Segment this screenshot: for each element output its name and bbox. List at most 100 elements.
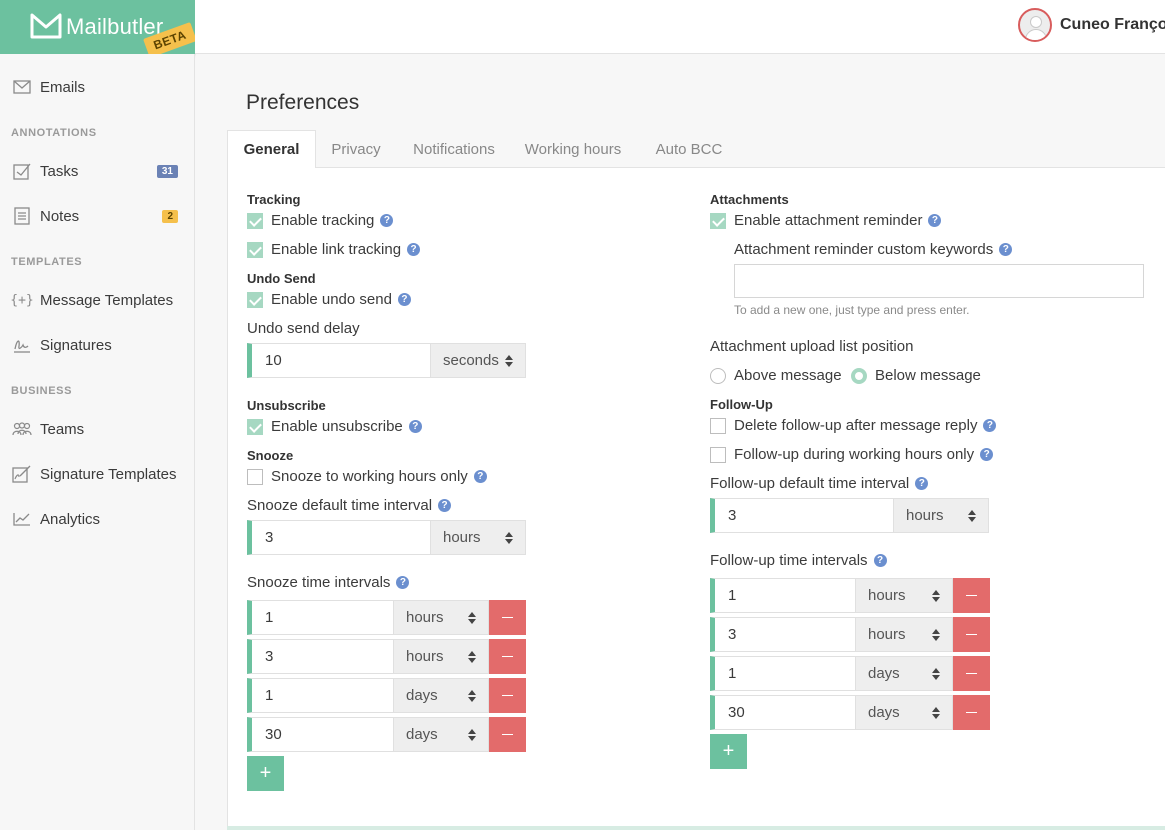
help-icon[interactable]: ? <box>928 214 942 227</box>
sidebar-item-tasks[interactable]: Tasks 31 <box>0 155 195 187</box>
position-below-option[interactable]: Below message <box>851 367 981 384</box>
main-content: Preferences General Privacy Notification… <box>196 54 1165 830</box>
snooze-interval-value-input[interactable]: 1 <box>247 600 394 635</box>
delete-follow-up-option[interactable]: Delete follow-up after message reply ? <box>710 417 997 434</box>
remove-interval-button[interactable] <box>953 617 990 652</box>
sidebar-item-analytics[interactable]: Analytics <box>0 503 195 535</box>
enable-link-tracking-option[interactable]: Enable link tracking ? <box>247 241 421 258</box>
snooze-working-hours-checkbox[interactable] <box>247 468 263 485</box>
attachment-reminder-checkbox[interactable] <box>710 212 726 229</box>
sidebar-item-label: Tasks <box>40 162 79 180</box>
tab-working-hours[interactable]: Working hours <box>519 130 627 168</box>
sidebar-item-notes[interactable]: Notes 2 <box>0 200 195 232</box>
enable-tracking-checkbox[interactable] <box>247 212 263 229</box>
remove-interval-button[interactable] <box>489 639 526 674</box>
remove-interval-button[interactable] <box>489 717 526 752</box>
snooze-interval-unit-select[interactable]: hours <box>394 639 489 674</box>
reminder-keywords-text: Attachment reminder custom keywords <box>734 241 994 258</box>
position-below-radio[interactable] <box>851 367 867 384</box>
sidebar-item-signatures[interactable]: Signatures <box>0 329 195 361</box>
help-icon[interactable]: ? <box>407 243 421 256</box>
attachment-reminder-option[interactable]: Enable attachment reminder ? <box>710 212 942 229</box>
undo-send-delay-input[interactable]: 10 <box>247 343 431 378</box>
follow-up-working-hours-option[interactable]: Follow-up during working hours only ? <box>710 446 994 463</box>
undo-send-delay-unit-select[interactable]: seconds <box>431 343 526 378</box>
sidebar-item-label: Analytics <box>40 510 101 528</box>
help-icon[interactable]: ? <box>473 470 487 483</box>
remove-interval-button[interactable] <box>953 578 990 613</box>
snooze-interval-unit-select[interactable]: days <box>394 678 489 713</box>
sidebar-item-label: Notes <box>40 207 80 225</box>
enable-tracking-option[interactable]: Enable tracking ? <box>247 212 394 229</box>
help-icon[interactable]: ? <box>396 576 410 589</box>
follow-up-default-interval-text: Follow-up default time interval <box>710 475 910 492</box>
follow-up-interval-unit-select[interactable]: days <box>856 656 953 691</box>
remove-interval-button[interactable] <box>489 600 526 635</box>
reminder-keywords-input[interactable] <box>734 264 1144 298</box>
sidebar-item-label: Message Templates <box>40 291 174 309</box>
user-menu[interactable]: Cuneo François <box>1018 8 1165 42</box>
help-icon[interactable]: ? <box>915 477 929 490</box>
tab-auto-bcc[interactable]: Auto BCC <box>649 130 729 168</box>
position-above-radio[interactable] <box>710 367 726 384</box>
follow-up-interval-value-input[interactable]: 1 <box>710 656 856 691</box>
follow-up-intervals-label: Follow-up time intervals ? <box>710 552 887 569</box>
follow-up-interval-value-input[interactable]: 3 <box>710 617 856 652</box>
remove-interval-button[interactable] <box>953 695 990 730</box>
sidebar-item-teams[interactable]: Teams <box>0 413 195 445</box>
help-icon[interactable]: ? <box>983 419 997 432</box>
tab-notifications[interactable]: Notifications <box>403 130 505 168</box>
unit-value: days <box>868 665 900 682</box>
brand-logo[interactable]: Mailbutler BETA <box>0 0 195 54</box>
follow-up-interval-unit-select[interactable]: hours <box>856 578 953 613</box>
position-above-option[interactable]: Above message <box>710 367 842 384</box>
enable-undo-send-checkbox[interactable] <box>247 291 263 308</box>
help-icon[interactable]: ? <box>380 214 394 227</box>
snooze-interval-value-input[interactable]: 30 <box>247 717 394 752</box>
sidebar-item-message-templates[interactable]: {+} Message Templates <box>0 284 195 316</box>
help-icon[interactable]: ? <box>408 420 422 433</box>
tab-general[interactable]: General <box>227 130 316 169</box>
avatar[interactable] <box>1018 8 1052 42</box>
snooze-interval-row: 3 hours <box>247 639 526 674</box>
enable-link-tracking-checkbox[interactable] <box>247 241 263 258</box>
remove-interval-button[interactable] <box>489 678 526 713</box>
help-icon[interactable]: ? <box>873 554 887 567</box>
snooze-working-hours-option[interactable]: Snooze to working hours only ? <box>247 468 487 485</box>
follow-up-default-interval-control: 3 hours <box>710 498 989 533</box>
follow-up-interval-value-input[interactable]: 1 <box>710 578 856 613</box>
snooze-interval-value-input[interactable]: 3 <box>247 639 394 674</box>
remove-interval-button[interactable] <box>953 656 990 691</box>
follow-up-interval-unit-select[interactable]: days <box>856 695 953 730</box>
follow-up-default-value-input[interactable]: 3 <box>710 498 894 533</box>
snooze-interval-unit-select[interactable]: days <box>394 717 489 752</box>
select-arrows-icon <box>468 650 476 663</box>
follow-up-interval-unit-select[interactable]: hours <box>856 617 953 652</box>
snooze-interval-value-input[interactable]: 1 <box>247 678 394 713</box>
snooze-default-unit-select[interactable]: hours <box>431 520 526 555</box>
enable-unsubscribe-option[interactable]: Enable unsubscribe ? <box>247 418 422 435</box>
snooze-interval-unit-select[interactable]: hours <box>394 600 489 635</box>
enable-undo-send-option[interactable]: Enable undo send ? <box>247 291 411 308</box>
follow-up-interval-value-input[interactable]: 30 <box>710 695 856 730</box>
help-icon[interactable]: ? <box>980 448 994 461</box>
delete-follow-up-checkbox[interactable] <box>710 417 726 434</box>
follow-up-default-unit-select[interactable]: hours <box>894 498 989 533</box>
add-snooze-interval-button[interactable]: + <box>247 756 284 791</box>
tab-privacy[interactable]: Privacy <box>321 130 391 168</box>
minus-icon <box>502 694 513 697</box>
enable-unsubscribe-label: Enable unsubscribe <box>271 418 403 435</box>
snooze-default-value-input[interactable]: 3 <box>247 520 431 555</box>
sidebar-item-signature-templates[interactable]: Signature Templates <box>0 458 195 490</box>
help-icon[interactable]: ? <box>999 243 1013 256</box>
sidebar-item-emails[interactable]: Emails <box>0 71 195 103</box>
section-business: BUSINESS <box>11 385 73 397</box>
snooze-working-hours-label: Snooze to working hours only <box>271 468 468 485</box>
undo-send-heading: Undo Send <box>247 271 316 286</box>
enable-unsubscribe-checkbox[interactable] <box>247 418 263 435</box>
help-icon[interactable]: ? <box>397 293 411 306</box>
add-follow-up-interval-button[interactable]: + <box>710 734 747 769</box>
follow-up-working-hours-checkbox[interactable] <box>710 446 726 463</box>
help-icon[interactable]: ? <box>438 499 452 512</box>
minus-icon <box>966 594 977 597</box>
